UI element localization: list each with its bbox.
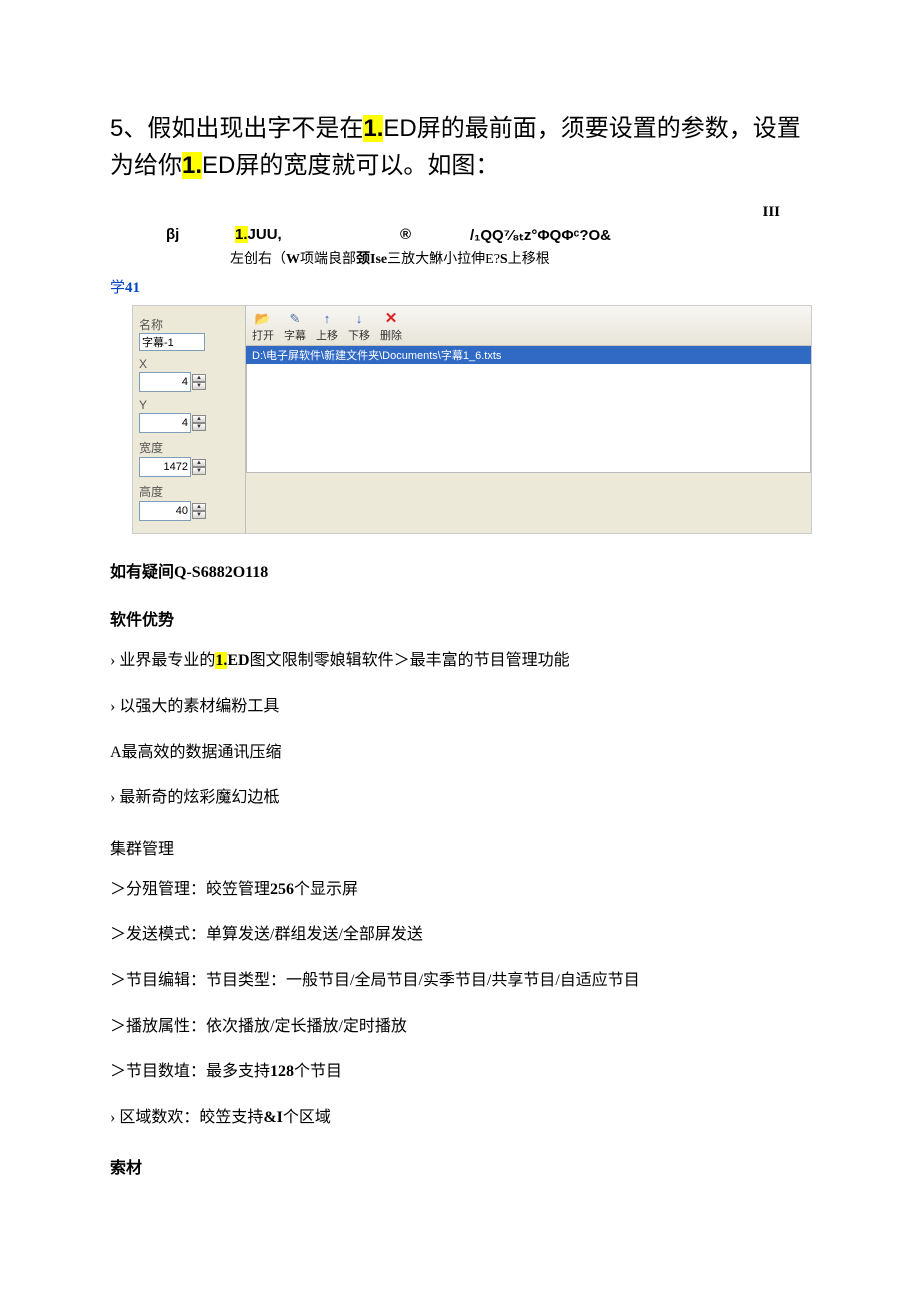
open-label: 打开: [252, 327, 274, 343]
blue-label-41: 学41: [110, 276, 820, 297]
height-spin-up-icon[interactable]: ▲: [192, 503, 206, 511]
cluster-item-6: › 区域数欢：皎笠支持&I个区域: [110, 1105, 820, 1131]
width-field: 宽度 ▲ ▼: [139, 439, 239, 477]
arrow-down-icon: ↓: [351, 310, 367, 326]
subtitle-label: 字幕: [284, 327, 306, 343]
subtitle-button[interactable]: ✎ 字幕: [284, 310, 306, 343]
y-input[interactable]: [139, 413, 191, 433]
noise-bj: βj: [166, 226, 179, 243]
adv-item-3: A最高效的数据通讯压缩: [110, 740, 820, 766]
width-input[interactable]: [139, 457, 191, 477]
file-toolbar: 📂 打开 ✎ 字幕 ↑ 上移 ↓ 下移 ✕ 删除: [246, 306, 811, 346]
cluster-item-2: ＞发送模式：单算发送/群组发送/全部屏发送: [110, 922, 820, 948]
name-input[interactable]: [139, 333, 205, 351]
cluster-item-4: ＞播放属性：依次播放/定长播放/定时播放: [110, 1014, 820, 1040]
headline-highlight-1: 1.: [363, 115, 383, 142]
contact-line: 如有疑间Q-S6882O118: [110, 558, 820, 582]
noise-subline: 左创右（W项端良部颈Ise三放大鮴小拉伸E?S上移根: [230, 248, 550, 268]
name-field: 名称: [139, 316, 239, 351]
height-spin-down-icon[interactable]: ▼: [192, 511, 206, 519]
arrow-up-icon: ↑: [319, 310, 335, 326]
delete-icon: ✕: [383, 310, 399, 326]
headline-prefix: 5、假如出现出字不是在: [110, 115, 363, 142]
move-down-label: 下移: [348, 327, 370, 343]
x-spin-down-icon[interactable]: ▼: [192, 382, 206, 390]
width-spin-down-icon[interactable]: ▼: [192, 467, 206, 475]
name-label: 名称: [139, 316, 239, 333]
noise-r: ®: [400, 226, 411, 243]
y-label: Y: [139, 398, 239, 412]
noise-garble: /₁QQ⁷⁄₈ₜz°ΦQΦᶜ?O&: [470, 226, 611, 244]
y-spin-up-icon[interactable]: ▲: [192, 415, 206, 423]
subtitle-icon: ✎: [287, 310, 303, 326]
x-spin-up-icon[interactable]: ▲: [192, 374, 206, 382]
y-spin-down-icon[interactable]: ▼: [192, 423, 206, 431]
noise-iii: III: [762, 204, 780, 221]
height-label: 高度: [139, 483, 239, 500]
move-down-button[interactable]: ↓ 下移: [348, 310, 370, 343]
file-list-item-selected[interactable]: D:\电子屏软件\新建文件夹\Documents\字幕1_6.txts: [246, 346, 811, 364]
adv-item-2: › 以强大的素材编粉工具: [110, 694, 820, 720]
move-up-label: 上移: [316, 327, 338, 343]
height-input[interactable]: [139, 501, 191, 521]
x-input[interactable]: [139, 372, 191, 392]
headline-highlight-2: 1.: [182, 152, 202, 179]
cluster-item-5: ＞节目数埴：最多支持128个节目: [110, 1059, 820, 1085]
delete-label: 删除: [380, 327, 402, 343]
move-up-button[interactable]: ↑ 上移: [316, 310, 338, 343]
adv-item-1: › 业界最专业的1.ED图文限制零娘辑软件＞最丰富的节目管理功能: [110, 648, 820, 674]
width-label: 宽度: [139, 439, 239, 456]
adv-item-4: › 最新奇的炫彩魔幻边柢: [110, 785, 820, 811]
file-list-area: 📂 打开 ✎ 字幕 ↑ 上移 ↓ 下移 ✕ 删除: [246, 306, 811, 533]
garbled-header: III βj 1.JUU, ® /₁QQ⁷⁄₈ₜz°ΦQΦᶜ?O& 左创右（W项…: [110, 212, 820, 272]
properties-sidebar: 名称 X ▲ ▼ Y ▲ ▼: [133, 306, 246, 533]
folder-open-icon: 📂: [255, 310, 271, 326]
delete-button[interactable]: ✕ 删除: [380, 310, 402, 343]
y-field: Y ▲ ▼: [139, 398, 239, 433]
x-field: X ▲ ▼: [139, 357, 239, 392]
height-field: 高度 ▲ ▼: [139, 483, 239, 521]
cluster-item-3: ＞节目编辑：节目类型：一般节目/全局节目/实季节目/共享节目/自适应节目: [110, 968, 820, 994]
open-button[interactable]: 📂 打开: [252, 310, 274, 343]
file-list-blank[interactable]: [246, 364, 811, 473]
material-title: 索材: [110, 1154, 820, 1178]
cluster-item-1: ＞分殂管理：皎笠管理256个显示屏: [110, 877, 820, 903]
x-label: X: [139, 357, 239, 371]
subtitle-properties-panel: 名称 X ▲ ▼ Y ▲ ▼: [132, 305, 812, 534]
noise-juu: 1.JUU,: [235, 226, 282, 243]
width-spin-up-icon[interactable]: ▲: [192, 459, 206, 467]
headline-suffix: ED屏的宽度就可以。如图：: [202, 152, 499, 179]
cluster-title: 集群管理: [110, 835, 820, 859]
step-5-headline: 5、假如出现出字不是在1.ED屏的最前面，须要设置的参数，设置为给你1.ED屏的…: [110, 110, 820, 184]
advantages-title: 软件优势: [110, 606, 820, 630]
